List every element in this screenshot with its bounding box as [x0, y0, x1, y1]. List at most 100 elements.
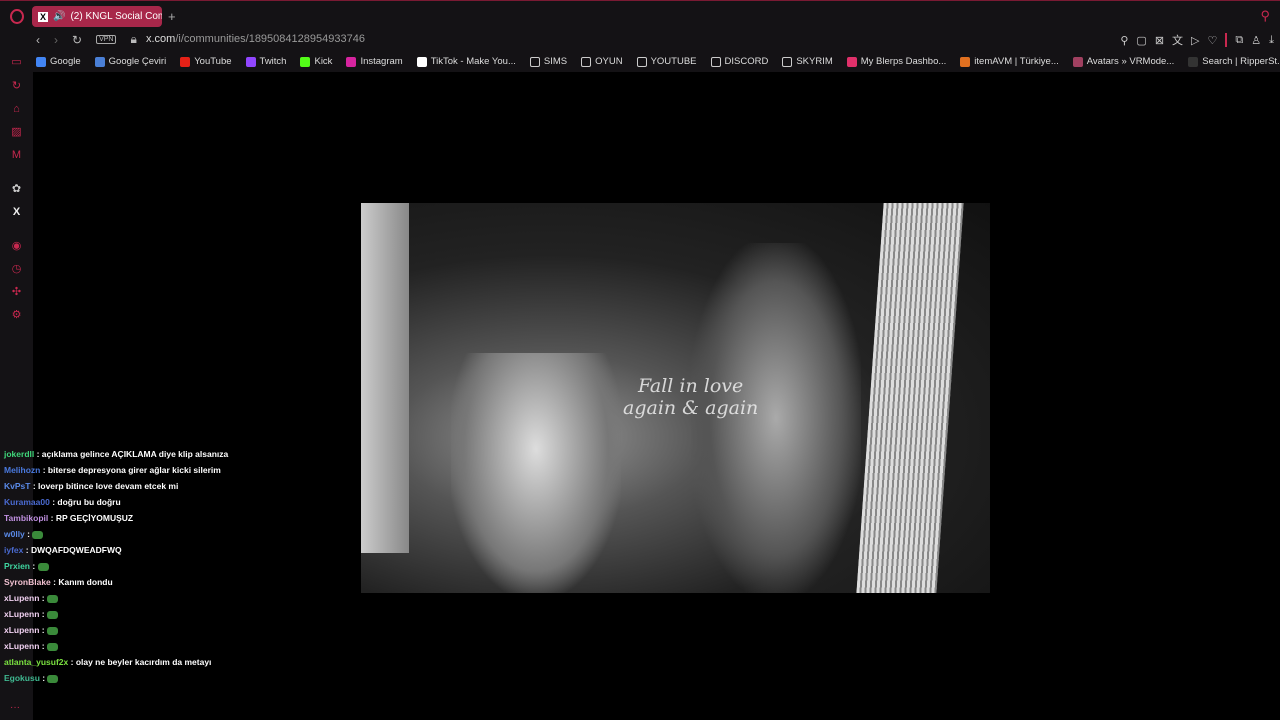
bookmark-item[interactable]: My Blerps Dashbo...: [846, 56, 947, 67]
chat-separator: :: [39, 609, 47, 619]
folder-icon: [581, 56, 592, 67]
divider: [1225, 33, 1228, 47]
chat-username[interactable]: Kuramaa00: [4, 497, 50, 507]
pin-icon[interactable]: ⚲: [1120, 34, 1128, 47]
chat-separator: :: [68, 657, 76, 667]
bookmark-item[interactable]: OYUN: [581, 56, 623, 67]
chat-text: açıklama gelince AÇIKLAMA diye klip alsa…: [41, 449, 229, 459]
opera-logo-icon[interactable]: [10, 9, 24, 24]
chat-message: xLupenn :: [4, 606, 228, 622]
extensions-icon[interactable]: ✣: [10, 286, 23, 299]
chat-text: RP GEÇİYOMUŞUZ: [55, 513, 134, 523]
folder-icon: [529, 56, 540, 67]
caption-line-1: Fall in love: [638, 375, 744, 397]
translate-icon[interactable]: 文: [1172, 32, 1183, 48]
history-icon[interactable]: ◷: [10, 263, 23, 276]
bookmark-item[interactable]: Twitch: [245, 56, 286, 67]
settings-icon[interactable]: ⚙: [10, 309, 23, 322]
chat-username[interactable]: xLupenn: [4, 609, 39, 619]
folder-icon: [636, 56, 647, 67]
chat-username[interactable]: xLupenn: [4, 625, 39, 635]
chat-separator: :: [39, 593, 47, 603]
snapshot-icon[interactable]: ▢: [1136, 34, 1146, 47]
bookmarks-bar: Google Google Çeviri YouTube Twitch Kick Inst…: [36, 56, 1280, 67]
chat-username[interactable]: atlanta_yusuf2x: [4, 657, 68, 667]
forward-button[interactable]: ›: [54, 33, 58, 47]
bookmark-item[interactable]: SIMS: [529, 56, 568, 67]
chat-message: Kuramaa00 : doğru bu doğru: [4, 494, 228, 510]
bookmark-item[interactable]: SKYRIM: [782, 56, 833, 67]
chat-separator: :: [24, 529, 33, 539]
bookmark-item[interactable]: Google Çeviri: [94, 56, 167, 67]
chat-username[interactable]: iyfex: [4, 545, 23, 555]
favicon-icon: [1072, 56, 1083, 67]
speaker-icon[interactable]: 🔊: [53, 11, 65, 22]
vpn-badge[interactable]: VPN: [96, 35, 117, 44]
chat-username[interactable]: jokerdll: [4, 449, 34, 459]
pepe-emote-icon: [47, 674, 59, 683]
chat-username[interactable]: SyronBlake: [4, 577, 51, 587]
chat-message: xLupenn :: [4, 590, 228, 606]
chat-text: DWQAFDQWEADFWQ: [30, 545, 122, 555]
bookmark-item[interactable]: TikTok - Make You...: [416, 56, 516, 67]
refresh-icon[interactable]: ↻: [10, 80, 23, 93]
download-icon[interactable]: ⤓: [1269, 34, 1274, 47]
chat-username[interactable]: KvPsT: [4, 481, 30, 491]
profile-icon[interactable]: ♙: [1251, 34, 1261, 47]
video-frame-left: [361, 203, 409, 553]
address-bar[interactable]: x.com/i/communities/1895084128954933746: [146, 33, 365, 45]
reload-button[interactable]: ↻: [72, 33, 82, 47]
video-figure-man: [451, 353, 621, 593]
chat-text: loverp bitince love devam etcek mi: [38, 481, 179, 491]
heart-icon[interactable]: ♡: [1208, 34, 1218, 47]
tab-active[interactable]: X 🔊 (2) KNGL Social Comm: [32, 6, 162, 27]
bookmark-item[interactable]: Search | RipperSt...: [1188, 56, 1280, 67]
video-player[interactable]: Fall in love again & again: [361, 203, 990, 593]
gx-corner-icon[interactable]: ▭: [10, 56, 23, 69]
bookmark-item[interactable]: Instagram: [346, 56, 403, 67]
chat-separator: :: [34, 449, 42, 459]
wallpaper-icon[interactable]: ▨: [10, 126, 23, 139]
extensions-icon[interactable]: ⧉: [1235, 34, 1243, 47]
bookmark-item[interactable]: YouTube: [180, 56, 232, 67]
player-icon[interactable]: ◉: [10, 240, 23, 253]
chat-username[interactable]: xLupenn: [4, 593, 39, 603]
bookmark-label: Avatars » VRMode...: [1086, 56, 1175, 67]
bookmark-item[interactable]: Google: [36, 56, 81, 67]
chat-username[interactable]: Melihozn: [4, 465, 40, 475]
bookmark-item[interactable]: Kick: [300, 56, 332, 67]
search-tabs-icon[interactable]: ⚲: [1260, 8, 1270, 24]
chat-username[interactable]: xLupenn: [4, 641, 39, 651]
bookmark-label: Google Çeviri: [108, 56, 167, 67]
more-icon[interactable]: ···: [10, 702, 20, 713]
chat-message: w0lly :: [4, 526, 228, 542]
chat-username[interactable]: w0lly: [4, 529, 25, 539]
chatgpt-icon[interactable]: ✿: [10, 183, 23, 196]
bookmark-label: SIMS: [543, 56, 568, 67]
chat-text: Kanım dondu: [58, 577, 113, 587]
favicon-icon: [94, 56, 105, 67]
video-caption: Fall in love again & again: [623, 375, 758, 419]
bookmark-item[interactable]: Avatars » VRMode...: [1072, 56, 1175, 67]
bookmark-item[interactable]: DISCORD: [710, 56, 768, 67]
chat-username[interactable]: Tambikopil: [4, 513, 48, 523]
bookmark-item[interactable]: itemAVM | Türkiye...: [960, 56, 1059, 67]
pepe-emote-icon: [37, 562, 49, 571]
back-button[interactable]: ‹: [36, 33, 40, 47]
bookmark-label: TikTok - Make You...: [430, 56, 516, 67]
bookmark-label: SKYRIM: [796, 56, 833, 67]
lock-icon[interactable]: 🔒︎: [130, 32, 136, 47]
x-icon[interactable]: X: [10, 206, 23, 219]
bookmark-item[interactable]: YOUTUBE: [636, 56, 697, 67]
mail-icon[interactable]: M: [10, 149, 23, 162]
bookmark-label: My Blerps Dashbo...: [860, 56, 947, 67]
player-icon[interactable]: ▷: [1191, 34, 1199, 47]
pepe-emote-icon: [46, 594, 58, 603]
bookmark-label: Kick: [314, 56, 333, 67]
chat-username[interactable]: Egokusu: [4, 673, 40, 683]
chat-username[interactable]: Prxien: [4, 561, 30, 571]
shop-icon[interactable]: ⌂: [10, 103, 23, 116]
new-tab-button[interactable]: +: [168, 9, 176, 24]
pepe-emote-icon: [46, 642, 58, 651]
adblock-icon[interactable]: ⊠: [1155, 34, 1164, 47]
